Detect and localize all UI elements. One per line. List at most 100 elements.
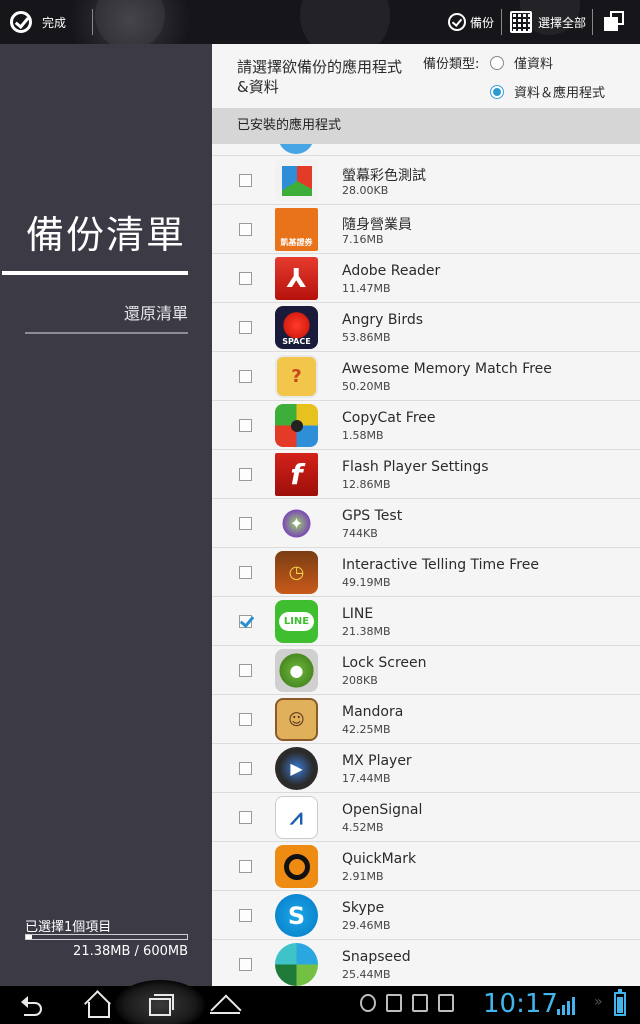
done-check-icon: [10, 11, 32, 33]
restore-list-tab[interactable]: 還原清單: [124, 300, 188, 324]
download-icon: [438, 994, 454, 1012]
app-size: 21.38MB: [342, 625, 391, 638]
app-size: 11.47MB: [342, 282, 391, 295]
list-item[interactable]: Snapseed 25.44MB: [212, 940, 640, 986]
list-item[interactable]: LINE LINE 21.38MB: [212, 597, 640, 646]
app-name: OpenSignal: [342, 802, 423, 818]
radio-data-and-apps[interactable]: 資料＆應用程式: [490, 82, 605, 101]
list-item[interactable]: CopyCat Free 1.58MB: [212, 401, 640, 450]
backup-button[interactable]: 備份: [448, 8, 494, 36]
app-checkbox[interactable]: [239, 321, 252, 334]
list-item[interactable]: 凱基證券 隨身營業員 7.16MB: [212, 205, 640, 254]
selected-count: 已選擇1個項目: [25, 920, 112, 935]
app-name: CopyCat Free: [342, 410, 436, 426]
app-size: 208KB: [342, 674, 378, 687]
quickmark-icon: [275, 845, 318, 888]
app-size: 2.91MB: [342, 870, 384, 883]
app-name: Skype: [342, 900, 385, 916]
list-item[interactable]: 螢幕彩色測試 28.00KB: [212, 156, 640, 205]
line-icon: LINE: [275, 600, 318, 643]
app-size: 50.20MB: [342, 380, 391, 393]
app-size: 17.44MB: [342, 772, 391, 785]
app-size: 29.46MB: [342, 919, 391, 932]
app-checkbox[interactable]: [239, 517, 252, 530]
action-bar-divider: [501, 9, 502, 35]
done-button[interactable]: 完成: [10, 8, 66, 36]
snapseed-icon: [275, 943, 318, 986]
app-checkbox[interactable]: [239, 272, 252, 285]
action-bar-divider: [92, 9, 93, 35]
list-item[interactable]: SPACE Angry Birds 53.86MB: [212, 303, 640, 352]
app-size: 53.86MB: [342, 331, 391, 344]
app-size: 28.00KB: [342, 184, 389, 197]
app-size: 49.19MB: [342, 576, 391, 589]
app-size: 7.16MB: [342, 233, 384, 246]
app-size: 12.86MB: [342, 478, 391, 491]
lock-screen-icon: ●: [275, 649, 318, 692]
list-item[interactable]: ⩘ OpenSignal 4.52MB: [212, 793, 640, 842]
backup-list-tab[interactable]: 備份清單: [26, 204, 186, 259]
app-checkbox[interactable]: [239, 860, 252, 873]
gallery-icon: [412, 994, 428, 1012]
skype-icon: S: [275, 894, 318, 937]
app-name: Adobe Reader: [342, 263, 441, 279]
color-cubes-icon: [275, 159, 318, 202]
select-all-button[interactable]: 選擇全部: [510, 8, 586, 36]
radio-data-only[interactable]: 僅資料: [490, 53, 553, 72]
list-item[interactable]: ▶ MX Player 17.44MB: [212, 744, 640, 793]
back-icon[interactable]: [18, 990, 48, 1020]
app-icon: [278, 144, 314, 154]
signal-icon: [557, 995, 575, 1015]
list-item[interactable]: S Skype 29.46MB: [212, 891, 640, 940]
radio-button[interactable]: [490, 84, 504, 99]
list-item[interactable]: f Flash Player Settings 12.86MB: [212, 450, 640, 499]
app-checkbox[interactable]: [239, 419, 252, 432]
selection-prompt: 請選擇欲備份的應用程式&資料: [237, 58, 403, 96]
list-item[interactable]: ⅄ Adobe Reader 11.47MB: [212, 254, 640, 303]
backup-icon: [448, 13, 466, 31]
list-item[interactable]: ☺ Mandora 42.25MB: [212, 695, 640, 744]
app-name: Angry Birds: [342, 312, 424, 328]
battery-icon: [614, 989, 626, 1016]
action-bar-divider: [592, 9, 593, 35]
app-name: GPS Test: [342, 508, 403, 524]
list-item[interactable]: ● Lock Screen 208KB: [212, 646, 640, 695]
app-checkbox[interactable]: [239, 566, 252, 579]
list-item[interactable]: ◷ Interactive Telling Time Free 49.19MB: [212, 548, 640, 597]
menu-up-icon[interactable]: [210, 990, 240, 1020]
flash-player-icon: f: [275, 453, 318, 496]
adobe-reader-icon: ⅄: [275, 257, 318, 300]
app-checkbox[interactable]: [239, 223, 252, 236]
app-checkbox[interactable]: [239, 811, 252, 824]
copycat-icon: [275, 404, 318, 447]
app-size: 4.52MB: [342, 821, 384, 834]
list-item-partial[interactable]: [212, 144, 640, 156]
list-item[interactable]: ✦ GPS Test 744KB: [212, 499, 640, 548]
list-item[interactable]: QuickMark 2.91MB: [212, 842, 640, 891]
app-size: 42.25MB: [342, 723, 391, 736]
alarm-icon: [360, 994, 376, 1012]
app-checkbox[interactable]: [239, 615, 252, 628]
app-checkbox[interactable]: [239, 958, 252, 971]
action-bar: 完成 備份 選擇全部: [0, 0, 640, 60]
app-checkbox[interactable]: [239, 468, 252, 481]
app-checkbox[interactable]: [239, 174, 252, 187]
app-checkbox[interactable]: [239, 664, 252, 677]
app-size: 1.58MB: [342, 429, 384, 442]
app-name: Interactive Telling Time Free: [342, 557, 539, 573]
done-label: 完成: [42, 15, 67, 30]
app-checkbox[interactable]: [239, 713, 252, 726]
home-icon[interactable]: [82, 990, 112, 1020]
recent-apps-icon[interactable]: [146, 990, 176, 1020]
battery-notification-icon: [386, 994, 402, 1012]
notification-icons[interactable]: [360, 994, 454, 1012]
list-item[interactable]: ? Awesome Memory Match Free 50.20MB: [212, 352, 640, 401]
app-name: LINE: [342, 606, 374, 622]
app-checkbox[interactable]: [239, 909, 252, 922]
app-checkbox[interactable]: [239, 762, 252, 775]
sidebar: 備份清單 還原清單 已選擇1個項目 21.38MB / 600MB: [0, 44, 212, 986]
radio-button[interactable]: [490, 55, 504, 70]
installed-apps-header: 已安裝的應用程式: [212, 108, 640, 144]
window-copy-icon[interactable]: [604, 11, 626, 33]
app-checkbox[interactable]: [239, 370, 252, 383]
